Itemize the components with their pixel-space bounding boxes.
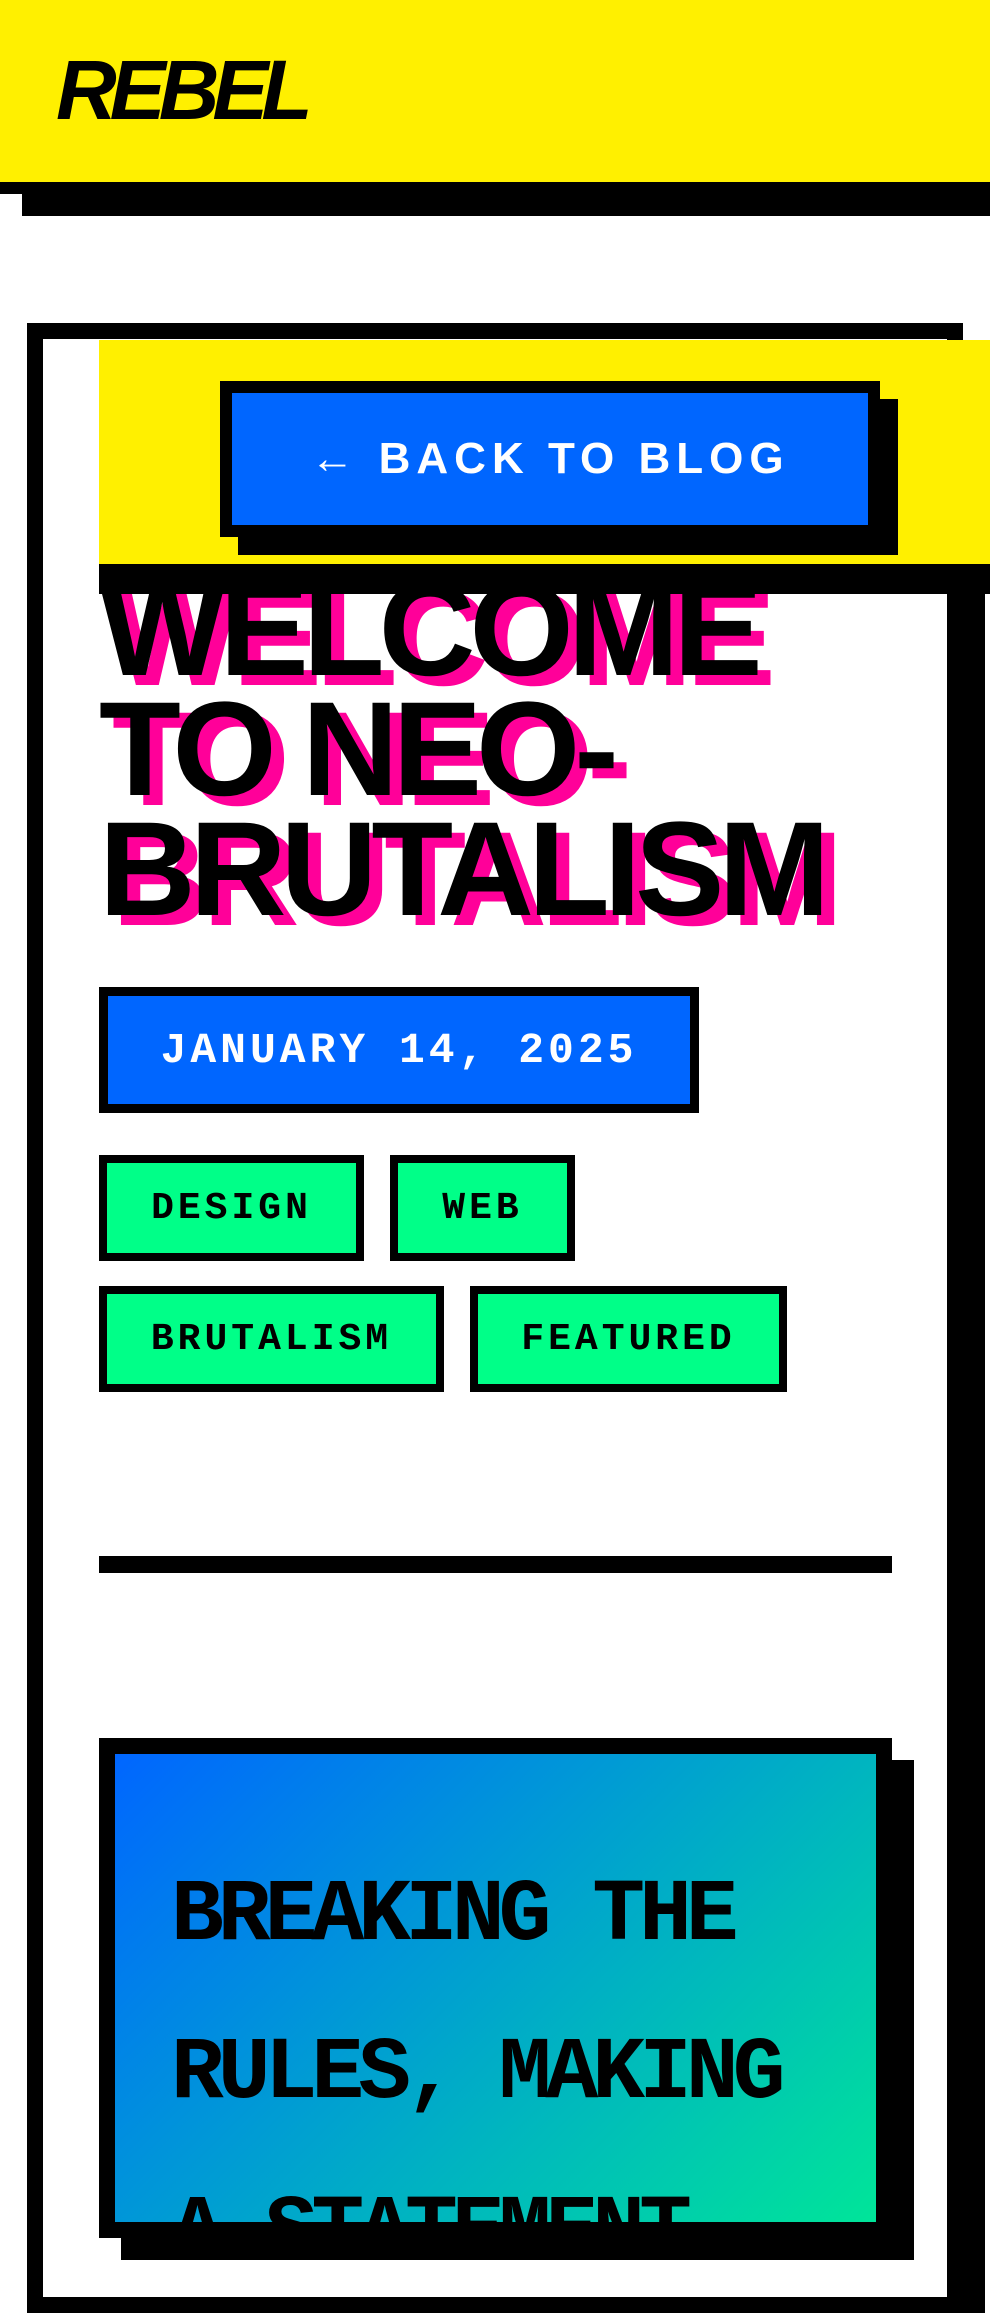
site-logo[interactable]: REBEL — [56, 38, 313, 142]
date-badge: JANUARY 14, 2025 — [99, 987, 699, 1113]
callout-box: BREAKING THE RULES, MAKING A STATEMENT — [99, 1738, 892, 2238]
tag-featured[interactable]: FEATURED — [470, 1286, 787, 1392]
tag-design[interactable]: DESIGN — [99, 1155, 364, 1261]
tag-web[interactable]: WEB — [390, 1155, 575, 1261]
callout-text: BREAKING THE RULES, MAKING A STATEMENT — [171, 1867, 786, 2238]
site-header: REBEL — [0, 0, 990, 194]
section-divider — [99, 1556, 892, 1573]
article-title: WELCOME TO NEO-BRUTALISM — [99, 555, 830, 944]
back-to-blog-button[interactable]: ← BACK TO BLOG — [220, 381, 880, 537]
tag-brutalism[interactable]: BRUTALISM — [99, 1286, 444, 1392]
